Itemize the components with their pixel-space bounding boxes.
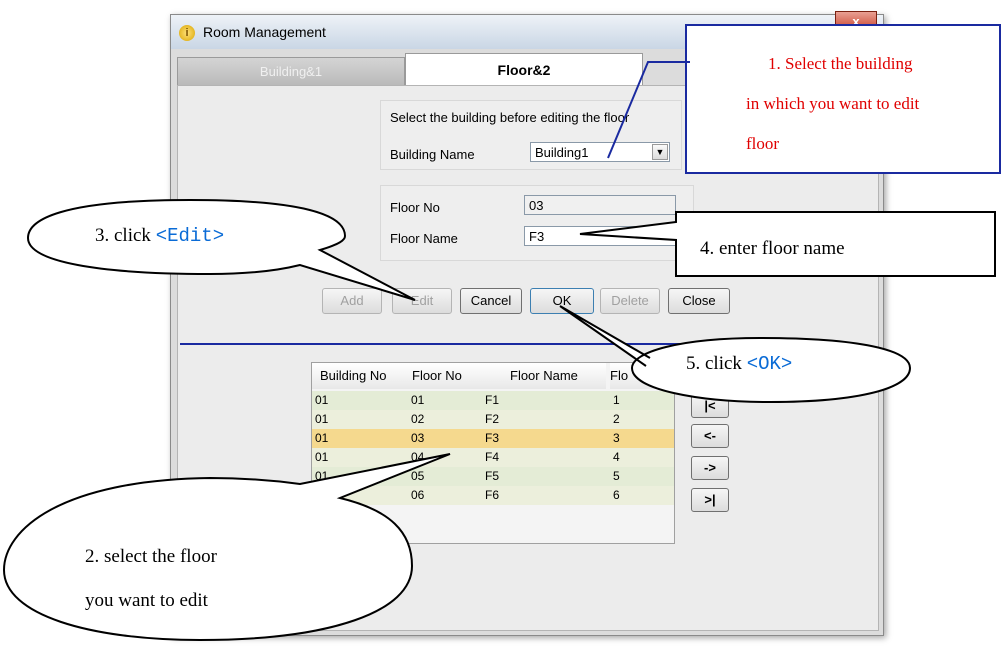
step3-bubble — [26, 198, 416, 301]
step5-text: 5. click <OK> — [686, 353, 793, 375]
step3-code: <Edit> — [155, 225, 225, 247]
step4-text: 4. enter floor name — [700, 238, 845, 259]
step1-pointer — [607, 61, 690, 159]
step3-text: 3. click <Edit> — [95, 225, 225, 247]
step2-bubble — [2, 453, 451, 642]
step2-line2: you want to edit — [85, 590, 208, 611]
step2-line1: 2. select the floor — [85, 546, 217, 567]
step5-code: <OK> — [746, 353, 793, 375]
